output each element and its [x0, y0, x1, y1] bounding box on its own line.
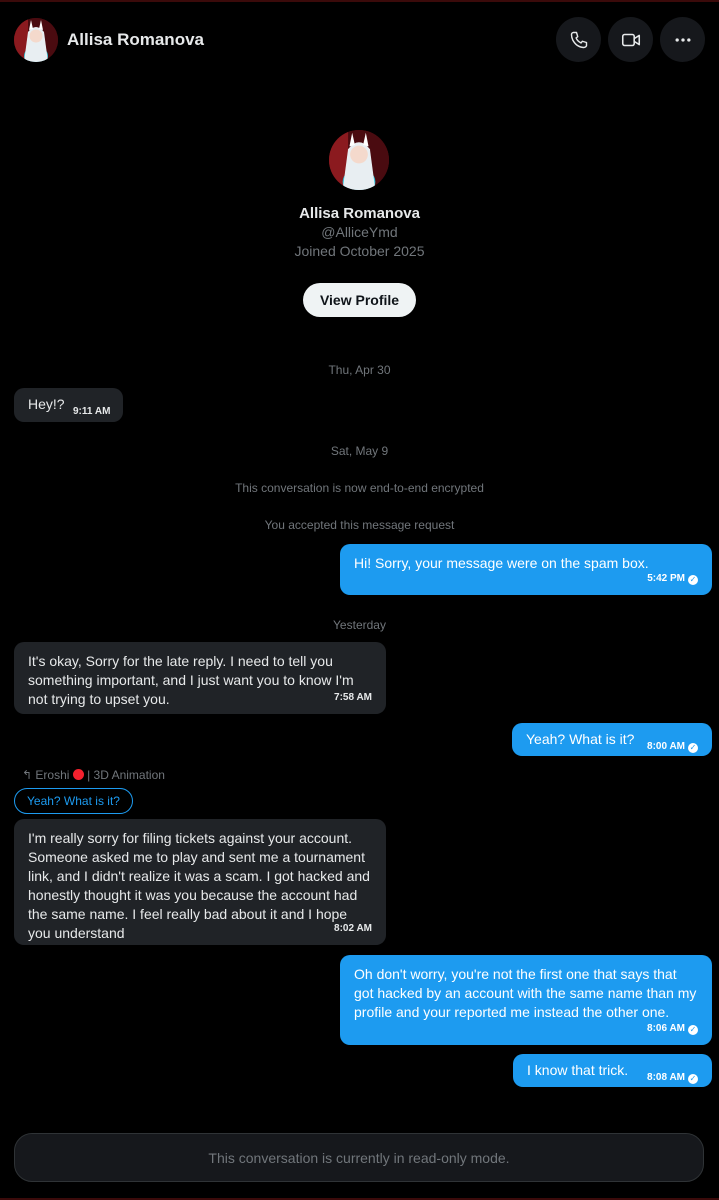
sent-check-icon: ✓	[688, 743, 698, 753]
message-text: I know that trick.	[527, 1062, 629, 1078]
profile-handle: @AlliceYmd	[321, 224, 398, 240]
message-time: 8:08 AM ✓	[647, 1072, 698, 1084]
message-time: 9:11 AM	[73, 406, 111, 417]
encryption-notice: This conversation is now end-to-end encr…	[235, 481, 484, 495]
message-time: 8:06 AM ✓	[647, 1023, 698, 1035]
message-time: 7:58 AM	[334, 692, 372, 703]
date-separator: Sat, May 9	[330, 444, 389, 458]
more-options-button[interactable]	[660, 17, 705, 62]
request-accepted-notice: You accepted this message request	[264, 518, 455, 532]
reply-arrow-icon: ↰	[22, 768, 33, 782]
message-text: Oh don't worry, you're not the first one…	[354, 966, 697, 1020]
date-separator: Yesterday	[333, 618, 386, 632]
date-separator: Thu, Apr 30	[328, 363, 391, 377]
conversation-header: Allisa Romanova	[0, 0, 719, 80]
message-text: I'm really sorry for filing tickets agai…	[28, 830, 370, 941]
message-time: 8:00 AM ✓	[647, 741, 698, 753]
video-call-button[interactable]	[608, 17, 653, 62]
incoming-message[interactable]: I'm really sorry for filing tickets agai…	[14, 819, 386, 945]
sent-check-icon: ✓	[688, 1025, 698, 1035]
sent-check-icon: ✓	[688, 575, 698, 585]
call-button[interactable]	[556, 17, 601, 62]
read-only-composer: This conversation is currently in read-o…	[14, 1133, 704, 1182]
profile-name: Allisa Romanova	[299, 205, 420, 222]
sent-check-icon: ✓	[688, 1074, 698, 1084]
reply-author: Eroshi	[35, 768, 70, 782]
view-profile-button[interactable]: View Profile	[303, 283, 416, 317]
profile-avatar[interactable]	[329, 130, 389, 190]
reply-author-suffix: | 3D Animation	[87, 768, 165, 782]
reply-quote[interactable]: Yeah? What is it?	[14, 788, 133, 814]
message-text: Yeah? What is it?	[526, 731, 635, 747]
incoming-message[interactable]: Hey!? 9:11 AM	[14, 388, 123, 422]
message-text: It's okay, Sorry for the late reply. I n…	[28, 653, 354, 707]
message-time: 8:02 AM	[334, 923, 372, 934]
phone-icon	[570, 31, 587, 48]
header-contact-name[interactable]: Allisa Romanova	[67, 30, 204, 50]
outgoing-message[interactable]: I know that trick. 8:08 AM ✓	[513, 1054, 712, 1087]
incoming-message[interactable]: It's okay, Sorry for the late reply. I n…	[14, 642, 386, 714]
message-time: 5:42 PM ✓	[647, 573, 698, 585]
message-text: Hi! Sorry, your message were on the spam…	[354, 555, 649, 571]
outgoing-message[interactable]: Oh don't worry, you're not the first one…	[340, 955, 712, 1045]
profile-joined-date: Joined October 2025	[294, 243, 425, 259]
reply-context: ↰ Eroshi | 3D Animation	[22, 768, 165, 782]
read-only-notice: This conversation is currently in read-o…	[208, 1149, 510, 1166]
avatar[interactable]	[14, 18, 58, 62]
video-icon	[621, 33, 640, 46]
outgoing-message[interactable]: Yeah? What is it? 8:00 AM ✓	[512, 723, 712, 756]
more-icon	[675, 37, 690, 42]
message-text: Hey!?	[28, 396, 65, 412]
no-entry-icon	[72, 769, 84, 780]
outgoing-message[interactable]: Hi! Sorry, your message were on the spam…	[340, 544, 712, 595]
